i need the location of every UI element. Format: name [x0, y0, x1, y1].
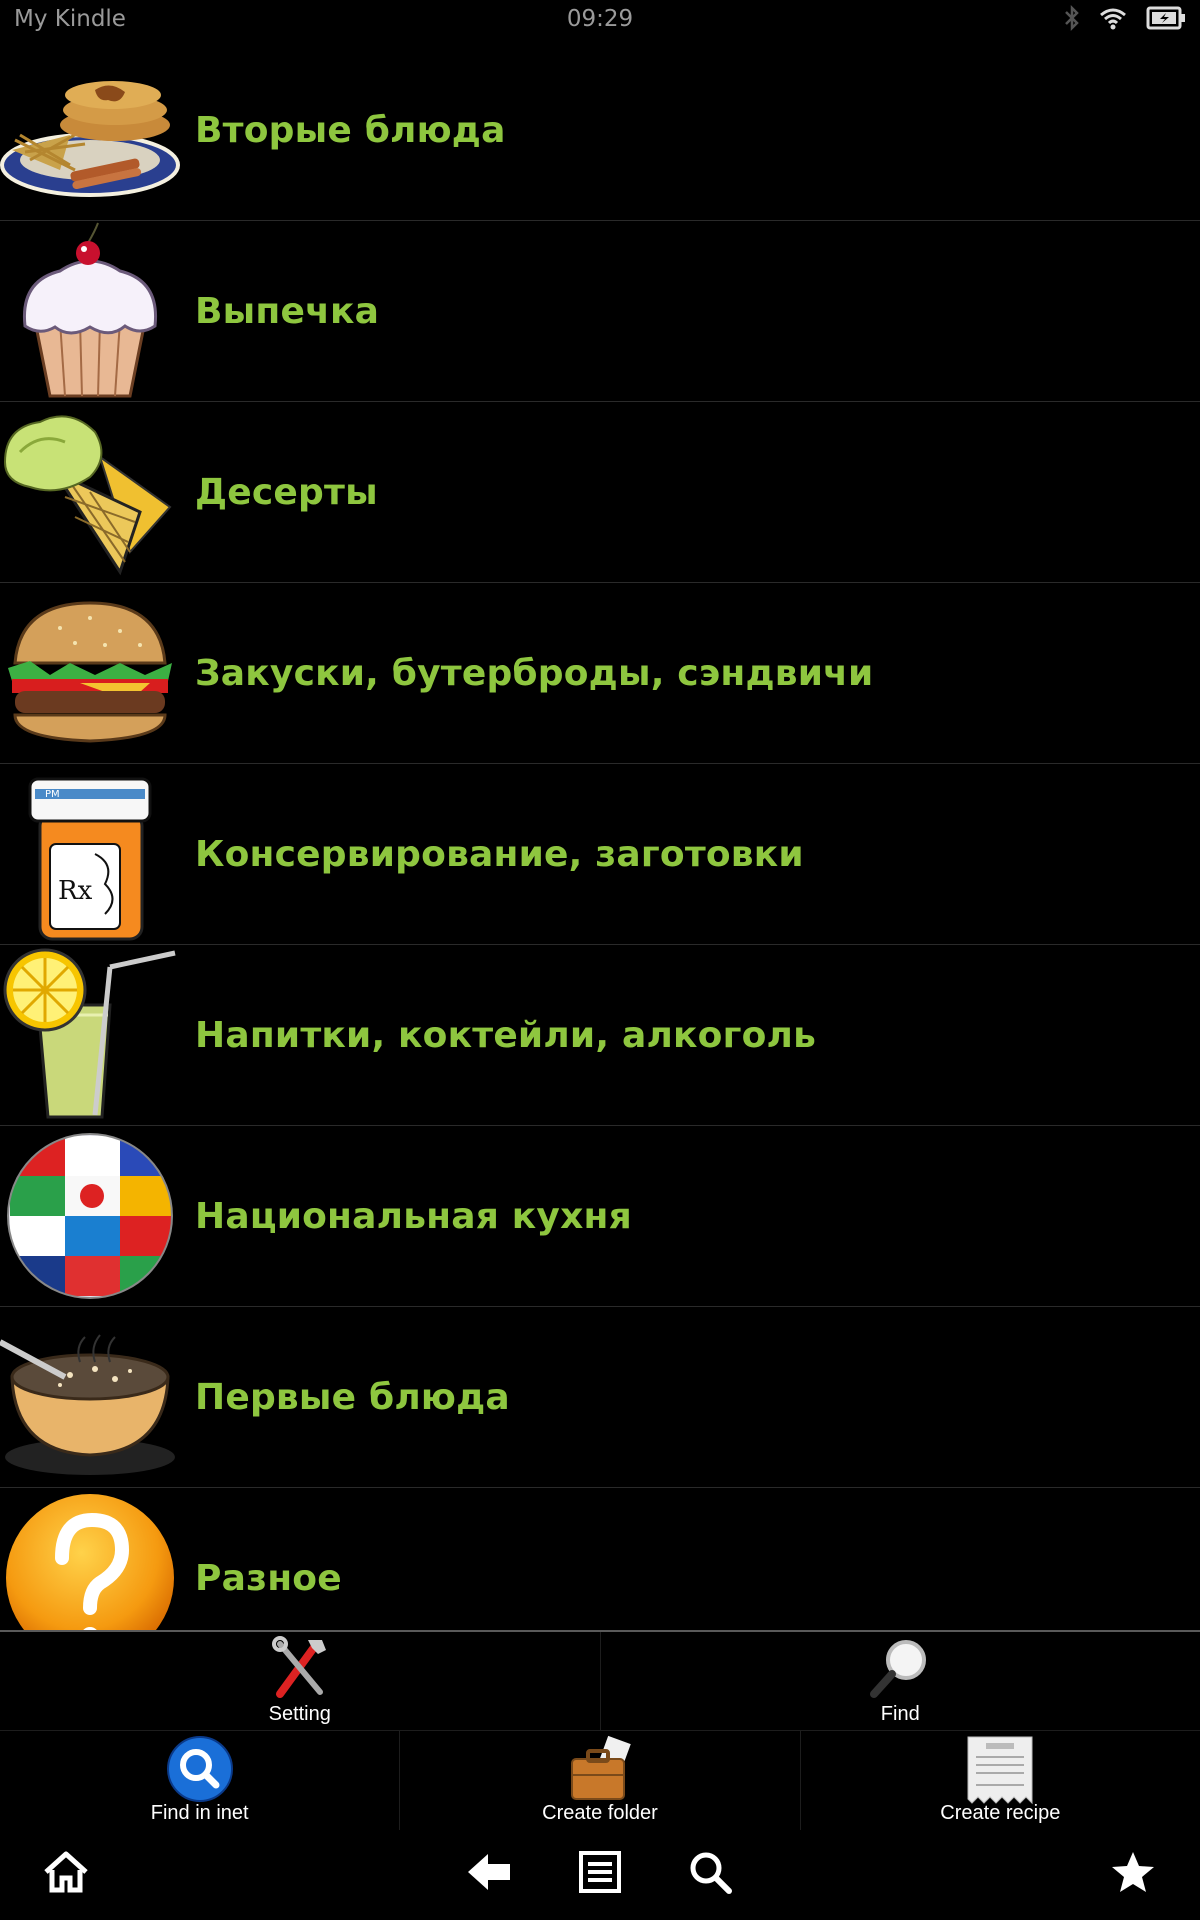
lemonade-icon: [0, 945, 180, 1125]
category-item-drinks[interactable]: Напитки, коктейли, алкоголь: [0, 945, 1200, 1126]
create-recipe-label: Create recipe: [940, 1802, 1061, 1824]
category-item-first-courses[interactable]: Первые блюда: [0, 1307, 1200, 1488]
category-label: Выпечка: [195, 290, 380, 332]
category-label: Десерты: [195, 471, 378, 513]
search-icon[interactable]: [688, 1850, 732, 1898]
category-item-national-cuisine[interactable]: Национальная кухня: [0, 1126, 1200, 1307]
system-nav-bar: [0, 1830, 1200, 1920]
category-label: Первые блюда: [195, 1376, 510, 1418]
find-in-inet-label: Find in inet: [150, 1802, 249, 1824]
jar-icon: PM Rx: [0, 764, 180, 944]
setting-label: Setting: [268, 1703, 331, 1725]
main-dish-icon: [0, 40, 180, 220]
create-folder-label: Create folder: [542, 1802, 658, 1824]
find-label: Find: [880, 1703, 920, 1725]
category-label: Консервирование, заготовки: [195, 833, 804, 875]
category-list: Вторые блюда Выпечка Десерты Закуски, бу…: [0, 40, 1200, 1630]
flag-globe-icon: [0, 1126, 180, 1306]
home-icon[interactable]: [42, 1850, 90, 1898]
category-label: Закуски, бутерброды, сэндвичи: [195, 652, 874, 694]
svg-text:PM: PM: [45, 789, 60, 800]
magnifier-icon: [868, 1636, 932, 1704]
favorites-icon[interactable]: [1110, 1850, 1156, 1898]
burger-icon: [0, 583, 180, 763]
category-label: Национальная кухня: [195, 1195, 632, 1237]
menu-icon[interactable]: [578, 1850, 622, 1898]
setting-button[interactable]: Setting: [0, 1632, 601, 1732]
create-folder-button[interactable]: Create folder: [400, 1731, 801, 1831]
category-item-main-dishes[interactable]: Вторые блюда: [0, 40, 1200, 221]
ice-cream-icon: [0, 402, 180, 582]
question-icon: [0, 1488, 180, 1630]
battery-charging-icon: [1146, 5, 1186, 37]
category-item-desserts[interactable]: Десерты: [0, 402, 1200, 583]
category-item-snacks[interactable]: Закуски, бутерброды, сэндвичи: [0, 583, 1200, 764]
category-item-preserves[interactable]: PM Rx Консервирование, заготовки: [0, 764, 1200, 945]
soup-pot-icon: [0, 1307, 180, 1487]
category-item-misc[interactable]: Разное: [0, 1488, 1200, 1630]
bluetooth-icon: [1064, 4, 1080, 38]
category-item-baking[interactable]: Выпечка: [0, 221, 1200, 402]
cupcake-icon: [0, 221, 180, 401]
tools-icon: [270, 1636, 330, 1704]
find-button[interactable]: Find: [601, 1632, 1200, 1732]
svg-text:Rx: Rx: [58, 876, 93, 906]
wifi-icon: [1098, 6, 1128, 36]
back-icon[interactable]: [466, 1850, 514, 1898]
status-bar: My Kindle 09:29: [0, 0, 1200, 40]
find-in-inet-button[interactable]: Find in inet: [0, 1731, 401, 1831]
category-label: Напитки, коктейли, алкоголь: [195, 1014, 817, 1056]
create-recipe-button[interactable]: Create recipe: [801, 1731, 1200, 1831]
toolbar-primary: Setting Find: [0, 1630, 1200, 1732]
toolbar-secondary: Find in inet Create folder Create recipe: [0, 1730, 1200, 1831]
web-search-icon: [166, 1735, 234, 1807]
clock: 09:29: [566, 6, 634, 32]
category-label: Разное: [195, 1557, 342, 1599]
category-label: Вторые блюда: [195, 109, 506, 151]
briefcase-icon: [564, 1735, 636, 1807]
